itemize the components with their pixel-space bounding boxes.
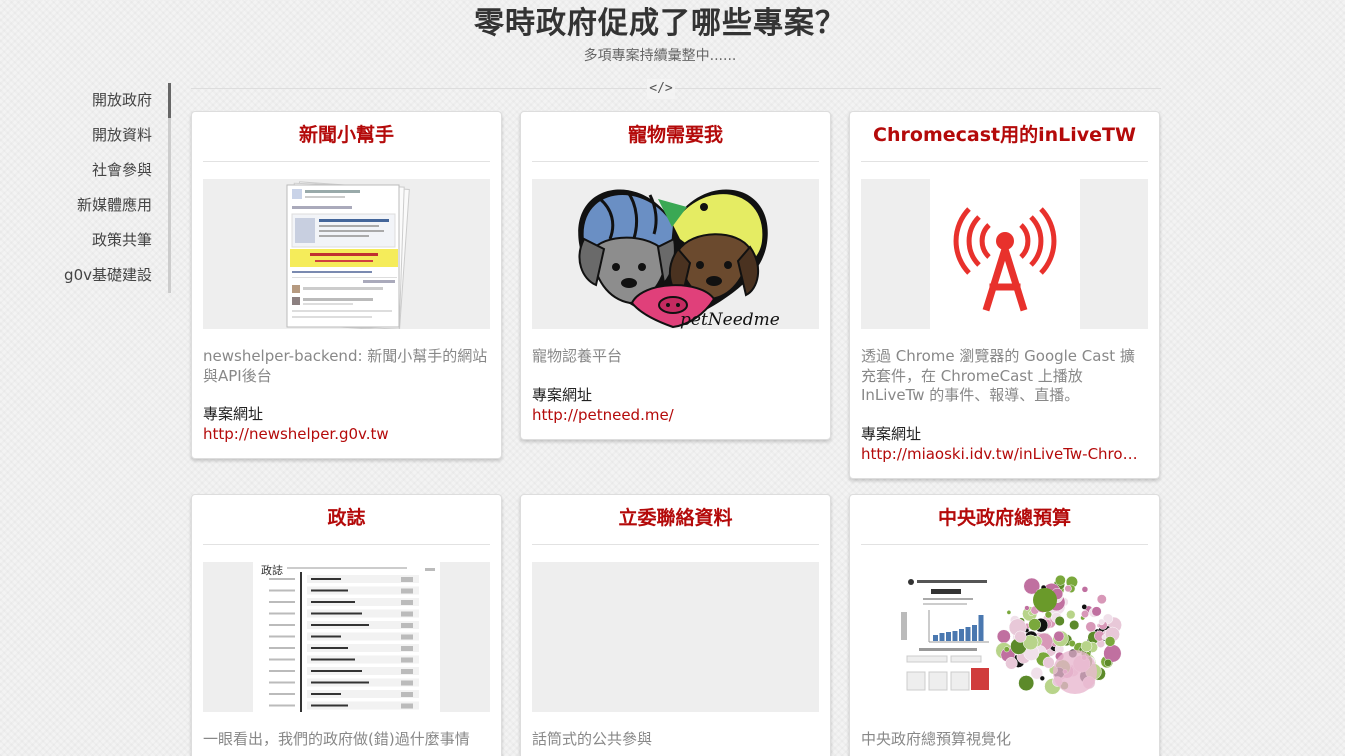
page-subtitle: 多項專案持續彙整中......	[583, 48, 737, 64]
project-card-petneedme: 寵物需要我 petNeedme 寵物認養平台 專案網址 http://petne…	[520, 111, 831, 440]
project-screenshot[interactable]	[203, 179, 490, 329]
card-url-label: 專案網址	[532, 385, 593, 404]
card-description: 話筒式的公共參與	[532, 730, 653, 748]
project-card-central-budget: 中央政府總預算 中央政府總預算視覺化	[849, 494, 1160, 756]
sidebar-item-social-participation[interactable]: 社會參與	[20, 153, 168, 188]
petneedme-logo-text: petNeedme	[680, 310, 780, 329]
project-card-inlivetw-chromecast: Chromecast用的inLiveTW 透過 Chrome 瀏覽器的 Goog…	[849, 111, 1160, 479]
sidebar-item-new-media[interactable]: 新媒體應用	[20, 188, 168, 223]
card-url-link[interactable]: http://miaoski.idv.tw/inLiveTw-Chromecas…	[861, 444, 1148, 478]
sidebar-item-open-government[interactable]: 開放政府	[20, 83, 171, 118]
project-card-newshelper: 新聞小幫手 newshelper-backend: 新聞小幫手的網站與API後台…	[191, 111, 502, 459]
project-card-zhengzhi: 政誌 政誌 一眼看出，我們的政府做(錯)過什麼事情	[191, 494, 502, 756]
section-divider	[191, 88, 1161, 89]
card-url-link[interactable]: http://newshelper.g0v.tw	[203, 424, 490, 458]
card-title[interactable]: 政誌	[203, 495, 490, 545]
project-card-legislator-contacts: 立委聯絡資料 話筒式的公共參與	[520, 494, 831, 756]
facebook-post-screenshot	[203, 179, 490, 329]
card-description: 透過 Chrome 瀏覽器的 Google Cast 擴充套件，在 Chrome…	[861, 347, 1135, 404]
petneedme-logo: petNeedme	[532, 179, 819, 329]
card-description: 一眼看出，我們的政府做(錯)過什麼事情	[203, 730, 470, 748]
timeline-screenshot: 政誌	[203, 562, 490, 712]
card-title[interactable]: 立委聯絡資料	[532, 495, 819, 545]
project-screenshot[interactable]: petNeedme	[532, 179, 819, 329]
category-sidebar: 開放政府 開放資料 社會參與 新媒體應用 政策共筆 g0v基礎建設	[20, 83, 171, 293]
project-screenshot-placeholder[interactable]	[532, 562, 819, 712]
project-screenshot[interactable]	[861, 562, 1148, 712]
page-header: 零時政府促成了哪些專案？ 多項專案持續彙整中......	[0, 0, 1320, 66]
card-url-label: 專案網址	[203, 405, 264, 423]
project-screenshot[interactable]: 政誌	[203, 562, 490, 712]
card-description: newshelper-backend: 新聞小幫手的網站與API後台	[203, 347, 488, 385]
svg-text:政誌: 政誌	[261, 563, 283, 577]
card-title[interactable]: 新聞小幫手	[203, 112, 490, 162]
card-url-link[interactable]: http://petneed.me/	[532, 405, 819, 439]
broadcast-antenna-icon	[861, 179, 1148, 329]
budget-bubble-chart	[861, 562, 1148, 712]
card-title[interactable]: 寵物需要我	[532, 112, 819, 162]
card-description: 中央政府總預算視覺化	[861, 730, 1012, 748]
card-description: 寵物認養平台	[532, 347, 623, 365]
code-icon: </>	[647, 79, 675, 99]
card-url-label: 專案網址	[861, 424, 922, 443]
sidebar-item-open-data[interactable]: 開放資料	[20, 118, 168, 153]
page-title: 零時政府促成了哪些專案？	[474, 6, 846, 41]
sidebar-item-g0v-infrastructure[interactable]: g0v基礎建設	[20, 258, 168, 293]
card-title[interactable]: Chromecast用的inLiveTW	[861, 112, 1148, 162]
sidebar-item-policy-cowriting[interactable]: 政策共筆	[20, 223, 168, 258]
card-title[interactable]: 中央政府總預算	[861, 495, 1148, 545]
project-screenshot[interactable]	[861, 179, 1148, 329]
